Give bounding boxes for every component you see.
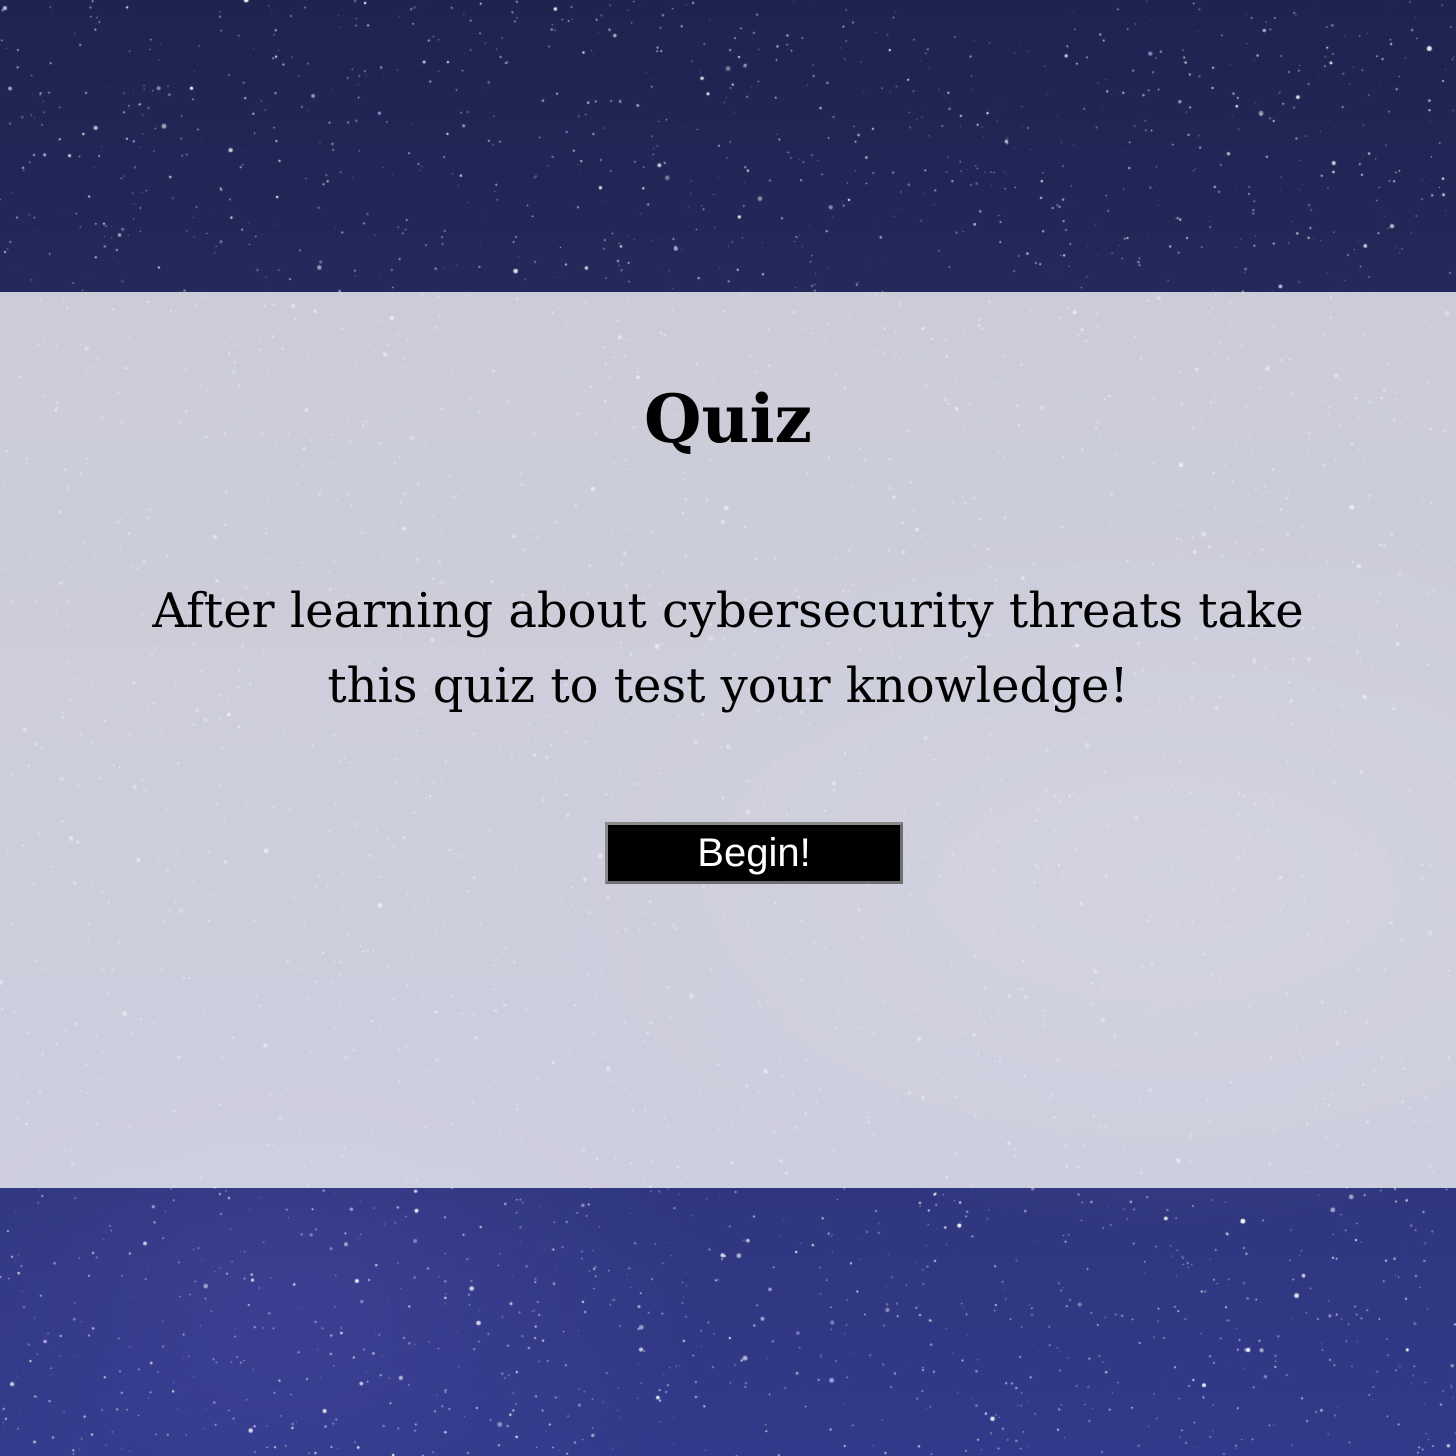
begin-button[interactable]: Begin! [605, 822, 903, 884]
intro-line-1: After learning about cybersecurity threa… [152, 583, 1304, 639]
quiz-intro-text: After learning about cybersecurity threa… [80, 574, 1376, 724]
intro-line-2: this quiz to test your knowledge! [327, 658, 1129, 714]
page-title: Quiz [643, 380, 813, 458]
